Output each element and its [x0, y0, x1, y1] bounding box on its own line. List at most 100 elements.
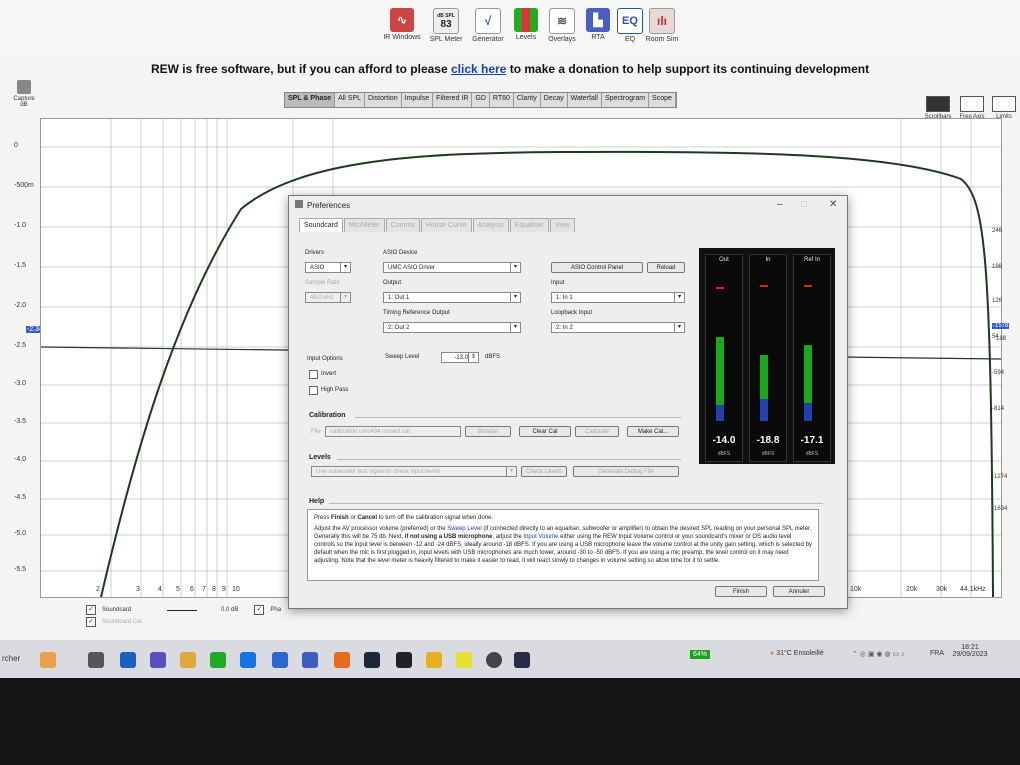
clock[interactable]: 18:21 29/09/2023: [950, 644, 990, 658]
legend-value: 0.0 dB: [221, 607, 239, 613]
tab-mic-meter[interactable]: Mic/Meter: [343, 218, 385, 232]
app-live-icon[interactable]: [456, 652, 472, 668]
legend-checkbox[interactable]: ✓: [86, 605, 96, 615]
tab-waterfall[interactable]: Waterfall: [568, 93, 602, 107]
tab-impulse[interactable]: Impulse: [402, 93, 434, 107]
high-pass-checkbox[interactable]: [309, 386, 318, 395]
legend-swatch: [167, 609, 198, 611]
tray-icons[interactable]: ⌃ ◎ ▣ ◉ ◍ ▭ ♪: [852, 650, 905, 658]
input-select[interactable]: 1: In 1 ▾: [551, 292, 685, 303]
tab-analysis[interactable]: Analysis: [472, 218, 509, 232]
donation-link[interactable]: click here: [451, 62, 506, 76]
dialog-titlebar[interactable]: Preferences – □ ✕: [289, 196, 847, 214]
tab-filtered-ir[interactable]: Filtered IR: [433, 93, 473, 107]
scrollbars-button[interactable]: Scrollbars: [924, 96, 952, 120]
loopback-input-select[interactable]: 2: In 2 ▾: [551, 322, 685, 333]
asio-device-select[interactable]: UMC ASIO Driver ▾: [383, 262, 521, 273]
generate-debug-file-button[interactable]: Generate Debug File: [573, 466, 679, 477]
edge-icon[interactable]: [240, 652, 256, 668]
x-tick: 2: [96, 586, 100, 593]
levels-signal-select[interactable]: Use subwoofer test signal to check input…: [311, 466, 517, 477]
explorer-icon[interactable]: [180, 652, 196, 668]
steam-icon[interactable]: [364, 652, 380, 668]
sweep-level-value: -13.0: [454, 355, 468, 361]
help-link[interactable]: Sweep Level: [447, 526, 481, 532]
tab-clarity[interactable]: Clarity: [514, 93, 541, 107]
check-levels-button[interactable]: Check Levels: [521, 466, 567, 477]
tab-equaliser[interactable]: Equaliser: [509, 218, 549, 232]
tab-rt60[interactable]: RT60: [490, 93, 514, 107]
output-select[interactable]: 1: Out 1 ▾: [383, 292, 521, 303]
calibration-file-field[interactable]: calibration umc404 correct.cal: [325, 426, 461, 437]
sample-rate-select[interactable]: 48.0 kHz ▾: [305, 292, 351, 303]
tab-scope[interactable]: Scope: [649, 93, 676, 107]
finish-button[interactable]: Finish: [715, 586, 767, 597]
capture-button[interactable]: Capture dB: [6, 80, 42, 108]
legend-row[interactable]: ✓ Soundcard Cal: [86, 616, 326, 628]
help-link[interactable]: Input Volume: [523, 534, 558, 540]
spl-meter-button[interactable]: dB SPL 83 SPL Meter: [424, 8, 468, 43]
close-icon[interactable]: ✕: [829, 199, 837, 210]
tab-all-spl[interactable]: All SPL: [335, 93, 366, 107]
drivers-value: ASIO: [310, 265, 325, 271]
language-indicator[interactable]: FRA: [930, 650, 944, 657]
invert-checkbox[interactable]: [309, 370, 318, 379]
legend-name: Soundcard: [102, 607, 132, 613]
output-value: 1: Out 1: [388, 295, 410, 301]
sweep-level-spinner[interactable]: -13.0 ⇕: [441, 352, 479, 363]
tab-gd[interactable]: GD: [472, 93, 490, 107]
x-tick: 4: [158, 586, 162, 593]
make-cal-button[interactable]: Make Cal...: [627, 426, 679, 437]
graph-tabs: SPL & Phase All SPL Distortion Impulse F…: [284, 92, 677, 108]
teams-icon[interactable]: [150, 652, 166, 668]
tab-comms[interactable]: Comms: [385, 218, 420, 232]
calibrate-button[interactable]: Calibrate: [575, 426, 619, 437]
spinner-arrows-icon[interactable]: ⇕: [468, 353, 478, 362]
reload-button[interactable]: Reload: [647, 262, 685, 273]
room-sim-label: Room Sim: [645, 36, 679, 43]
search-box[interactable]: rcher: [2, 654, 20, 663]
freq-axis-button[interactable]: Freq Axis: [958, 96, 986, 120]
clear-cal-button[interactable]: Clear Cal: [519, 426, 571, 437]
help-text-panel[interactable]: Press Finish or Cancel to turn off the c…: [307, 509, 819, 581]
right-tick: -594: [992, 370, 1005, 376]
legend-checkbox[interactable]: ✓: [86, 617, 96, 627]
app-circle-icon[interactable]: [486, 652, 502, 668]
epic-icon[interactable]: [396, 652, 412, 668]
minimize-icon[interactable]: –: [777, 199, 783, 210]
tab-spectrogram[interactable]: Spectrogram: [602, 93, 650, 107]
chrome-icon[interactable]: [210, 652, 226, 668]
windows-taskbar: rcher 64% ● 31°C Ensoleillé ⌃ ◎ ▣ ◉ ◍ ▭ …: [0, 640, 1020, 678]
tab-soundcard[interactable]: Soundcard: [299, 218, 343, 232]
drivers-select[interactable]: ASIO ▾: [305, 262, 351, 273]
tab-spl-phase[interactable]: SPL & Phase: [285, 93, 336, 107]
legend-phase-checkbox[interactable]: ✓: [254, 605, 265, 615]
asio-control-panel-button[interactable]: ASIO Control Panel: [551, 262, 643, 273]
app-r-icon[interactable]: [426, 652, 442, 668]
store-icon[interactable]: [120, 652, 136, 668]
tab-decay[interactable]: Decay: [541, 93, 568, 107]
room-sim-button[interactable]: ılı Room Sim: [640, 8, 684, 43]
chat-icon[interactable]: [302, 652, 318, 668]
tab-view[interactable]: View: [549, 218, 575, 232]
task-view-icon[interactable]: [88, 652, 104, 668]
battery-indicator[interactable]: 64%: [690, 650, 711, 659]
cancel-button[interactable]: Annuler: [773, 586, 825, 597]
tab-distortion[interactable]: Distortion: [365, 93, 402, 107]
rew-icon[interactable]: [514, 652, 530, 668]
firefox-icon[interactable]: [334, 652, 350, 668]
maximize-icon[interactable]: □: [801, 199, 807, 210]
ir-windows-button[interactable]: ∿ IR Windows: [380, 8, 424, 41]
sun-icon: ●: [770, 650, 775, 657]
browse-button[interactable]: Browse: [465, 426, 511, 437]
out-meter-bar: [716, 337, 724, 405]
tab-house-curve[interactable]: House Curve: [420, 218, 472, 232]
help-text: Press: [314, 515, 332, 521]
weather-widget[interactable]: ● 31°C Ensoleillé: [770, 650, 824, 657]
rew-app-icon: [295, 200, 303, 208]
timing-reference-select[interactable]: 2: Out 2 ▾: [383, 322, 521, 333]
limits-button[interactable]: Limits: [990, 96, 1018, 120]
app-l-icon[interactable]: [272, 652, 288, 668]
chevron-down-icon: ▾: [510, 263, 520, 272]
widget-icon[interactable]: [40, 652, 56, 668]
